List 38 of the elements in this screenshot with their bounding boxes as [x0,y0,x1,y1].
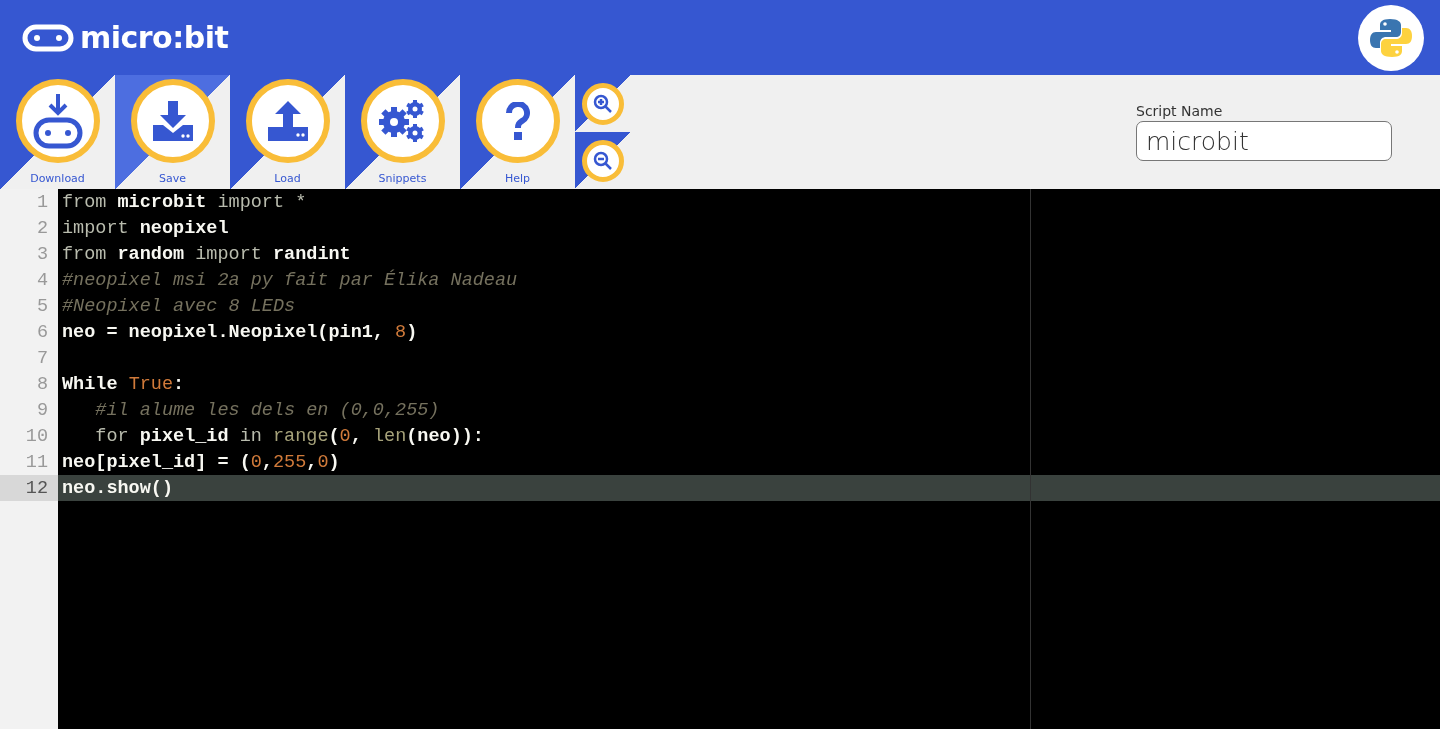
code-line: #il alume les dels en (0,0,255) [94,398,441,423]
line-number: 12 [0,475,58,501]
line-number: 3 [35,242,49,267]
line-number: 4 [35,268,49,293]
line-number: 6 [35,320,49,345]
load-button[interactable]: Load [230,75,345,189]
zoom-out-button[interactable] [575,132,630,189]
code-line: from microbit import * [61,190,308,215]
line-number: 11 [24,450,49,475]
brand-name: micro:bit [80,20,229,55]
code-line: While True: [61,372,186,397]
code-line: neo[pixel_id] = (0,255,0) [61,450,341,475]
line-number: 5 [35,294,49,319]
code-line: from random import randint [61,242,352,267]
code-line: #neopixel msi 2a py fait par Élika Nadeau [61,268,519,293]
zoom-in-icon [592,93,613,114]
upload-tray-icon [265,101,310,141]
snippets-button[interactable]: Snippets [345,75,460,189]
script-name-field[interactable]: microbit [1136,121,1392,161]
question-mark-icon [504,102,531,140]
zoom-out-icon [592,150,613,171]
line-number: 2 [35,216,49,241]
code-line: neo = neopixel.Neopixel(pin1, 8) [61,320,419,345]
python-icon [1370,16,1412,59]
code-line: import neopixel [61,216,230,241]
code-line: #Neopixel avec 8 LEDs [61,294,297,319]
help-button[interactable]: Help [460,75,575,189]
line-number: 10 [24,424,49,449]
save-button[interactable]: Save [115,75,230,189]
script-name-label: Script Name [1136,103,1224,119]
code-line: for pixel_id in range(0, len(neo)): [94,424,485,449]
line-number: 1 [35,190,49,215]
line-number: 8 [35,372,49,397]
microbit-logo-icon [22,23,74,52]
line-number: 9 [35,398,49,423]
download-button[interactable]: Download [0,75,115,189]
line-number: 7 [35,346,49,371]
download-tray-icon [150,101,195,141]
